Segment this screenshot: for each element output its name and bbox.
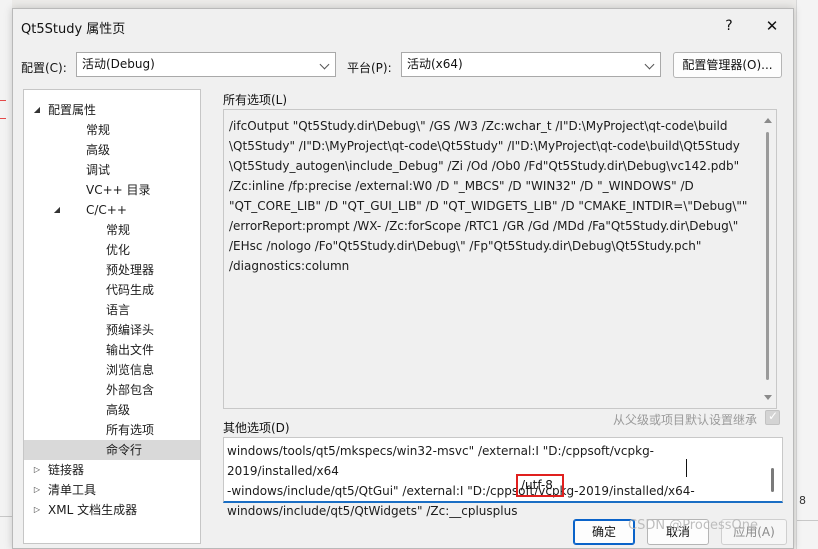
error-marker bbox=[0, 118, 6, 119]
other-options-text: windows/tools/qt5/mkspecs/win32-msvc" /e… bbox=[227, 444, 695, 518]
title-bar: Qt5Study 属性页 ? ✕ bbox=[13, 9, 793, 43]
tree-item-label: 常规 bbox=[106, 223, 131, 237]
collapse-arrow-icon[interactable]: ◢ bbox=[52, 200, 62, 220]
utf8-option-text: /utf-8 bbox=[521, 478, 553, 492]
platform-label: 平台(P): bbox=[347, 61, 392, 75]
tree-item-label: 配置属性 bbox=[48, 103, 97, 117]
tree-item-label: 调试 bbox=[86, 163, 111, 177]
tree-item-label: C/C++ bbox=[86, 203, 127, 217]
configuration-dropdown[interactable]: 活动(Debug) bbox=[76, 52, 336, 77]
text-caret bbox=[686, 459, 687, 477]
tree-item-label: 链接器 bbox=[48, 463, 85, 477]
close-button[interactable]: ✕ bbox=[759, 15, 785, 37]
configuration-manager-button[interactable]: 配置管理器(O)... bbox=[673, 52, 782, 78]
tree-item[interactable]: 语言 bbox=[24, 300, 200, 320]
tree-item-label: 语言 bbox=[106, 303, 131, 317]
tree-item[interactable]: 代码生成 bbox=[24, 280, 200, 300]
utf8-highlight-box: /utf-8 bbox=[516, 474, 564, 497]
collapse-arrow-icon[interactable]: ◢ bbox=[32, 100, 42, 120]
tree-item-label: 预处理器 bbox=[106, 263, 155, 277]
watermark: CSDN @ProcessOne bbox=[628, 518, 758, 533]
tree-item-label: 高级 bbox=[86, 143, 111, 157]
property-tree[interactable]: ◢ 配置属性 常规 高级 调试 VC++ 目录 ◢ C/C++ 常规 优化 预处理器 代码生成 语言 预编… bbox=[23, 89, 201, 544]
other-options-input[interactable]: windows/tools/qt5/mkspecs/win32-msvc" /e… bbox=[223, 437, 783, 518]
tree-item-label: 代码生成 bbox=[106, 283, 155, 297]
property-pages-dialog: Qt5Study 属性页 ? ✕ 配置(C): 活动(Debug) 平台(P):… bbox=[12, 8, 794, 549]
tree-item[interactable]: 常规 bbox=[24, 120, 200, 140]
platform-value: 活动(x64) bbox=[407, 57, 463, 71]
background-editor-left bbox=[0, 0, 12, 549]
tree-item[interactable]: 预编译头 bbox=[24, 320, 200, 340]
help-button[interactable]: ? bbox=[717, 15, 741, 37]
tree-item-label: 命令行 bbox=[106, 443, 143, 457]
tree-item[interactable]: 外部包含 bbox=[24, 380, 200, 400]
all-options-scrollbar[interactable] bbox=[760, 110, 776, 408]
tree-item[interactable]: 优化 bbox=[24, 240, 200, 260]
all-options-text: /ifcOutput "Qt5Study.dir\Debug\" /GS /W3… bbox=[229, 119, 748, 273]
tree-item-label: 外部包含 bbox=[106, 383, 155, 397]
tree-item-label: 所有选项 bbox=[106, 423, 155, 437]
background-line-number: 8 bbox=[799, 494, 806, 507]
chevron-down-icon bbox=[320, 53, 330, 76]
tree-item-label: 高级 bbox=[106, 403, 131, 417]
other-options-scrollbar[interactable] bbox=[771, 468, 774, 492]
tree-item[interactable]: ◢ C/C++ bbox=[24, 200, 200, 220]
expand-arrow-icon[interactable]: ▷ bbox=[32, 500, 42, 520]
tree-item[interactable]: ◢ 配置属性 bbox=[24, 100, 200, 120]
tree-item-label: 输出文件 bbox=[106, 343, 155, 357]
scroll-thumb[interactable] bbox=[766, 132, 769, 380]
tree-item[interactable]: VC++ 目录 bbox=[24, 180, 200, 200]
background-divider bbox=[797, 520, 818, 521]
all-options-textbox[interactable]: /ifcOutput "Qt5Study.dir\Debug\" /GS /W3… bbox=[223, 109, 777, 409]
chevron-down-icon bbox=[645, 53, 655, 76]
tree-item[interactable]: 高级 bbox=[24, 140, 200, 160]
tree-item[interactable]: ▷ 清单工具 bbox=[24, 480, 200, 500]
tree-item-label: VC++ 目录 bbox=[86, 183, 151, 197]
inherit-checkbox[interactable] bbox=[765, 409, 780, 425]
tree-item-label: 预编译头 bbox=[106, 323, 155, 337]
tree-item-label: 常规 bbox=[86, 123, 111, 137]
scroll-up-icon[interactable] bbox=[764, 118, 772, 123]
other-options-label: 其他选项(D) bbox=[223, 421, 290, 435]
tree-item[interactable]: 常规 bbox=[24, 220, 200, 240]
tree-item[interactable]: 输出文件 bbox=[24, 340, 200, 360]
tree-item[interactable]: ▷ 链接器 bbox=[24, 460, 200, 480]
background-divider bbox=[0, 516, 12, 517]
tree-item[interactable]: 预处理器 bbox=[24, 260, 200, 280]
error-marker bbox=[0, 100, 6, 101]
inherit-checkbox-label: 从父级或项目默认设置继承 bbox=[613, 413, 758, 427]
tree-item-label: 清单工具 bbox=[48, 483, 97, 497]
configuration-label: 配置(C): bbox=[21, 61, 67, 75]
tree-item-label: 优化 bbox=[106, 243, 131, 257]
tree-item[interactable]: 命令行 bbox=[24, 440, 200, 460]
tree-item[interactable]: ▷ XML 文档生成器 bbox=[24, 500, 200, 520]
background-editor-right: 8 bbox=[796, 0, 818, 549]
expand-arrow-icon[interactable]: ▷ bbox=[32, 480, 42, 500]
tree-item-label: 浏览信息 bbox=[106, 363, 155, 377]
expand-arrow-icon[interactable]: ▷ bbox=[32, 460, 42, 480]
all-options-label: 所有选项(L) bbox=[223, 93, 288, 107]
platform-dropdown[interactable]: 活动(x64) bbox=[401, 52, 661, 77]
ok-button[interactable]: 确定 bbox=[573, 519, 635, 545]
scroll-down-icon[interactable] bbox=[764, 395, 772, 400]
window-title: Qt5Study 属性页 bbox=[21, 22, 126, 37]
tree-item[interactable]: 浏览信息 bbox=[24, 360, 200, 380]
tree-item[interactable]: 调试 bbox=[24, 160, 200, 180]
tree-item-label: XML 文档生成器 bbox=[48, 503, 138, 517]
configuration-value: 活动(Debug) bbox=[82, 57, 155, 71]
tree-item[interactable]: 高级 bbox=[24, 400, 200, 420]
tree-item[interactable]: 所有选项 bbox=[24, 420, 200, 440]
